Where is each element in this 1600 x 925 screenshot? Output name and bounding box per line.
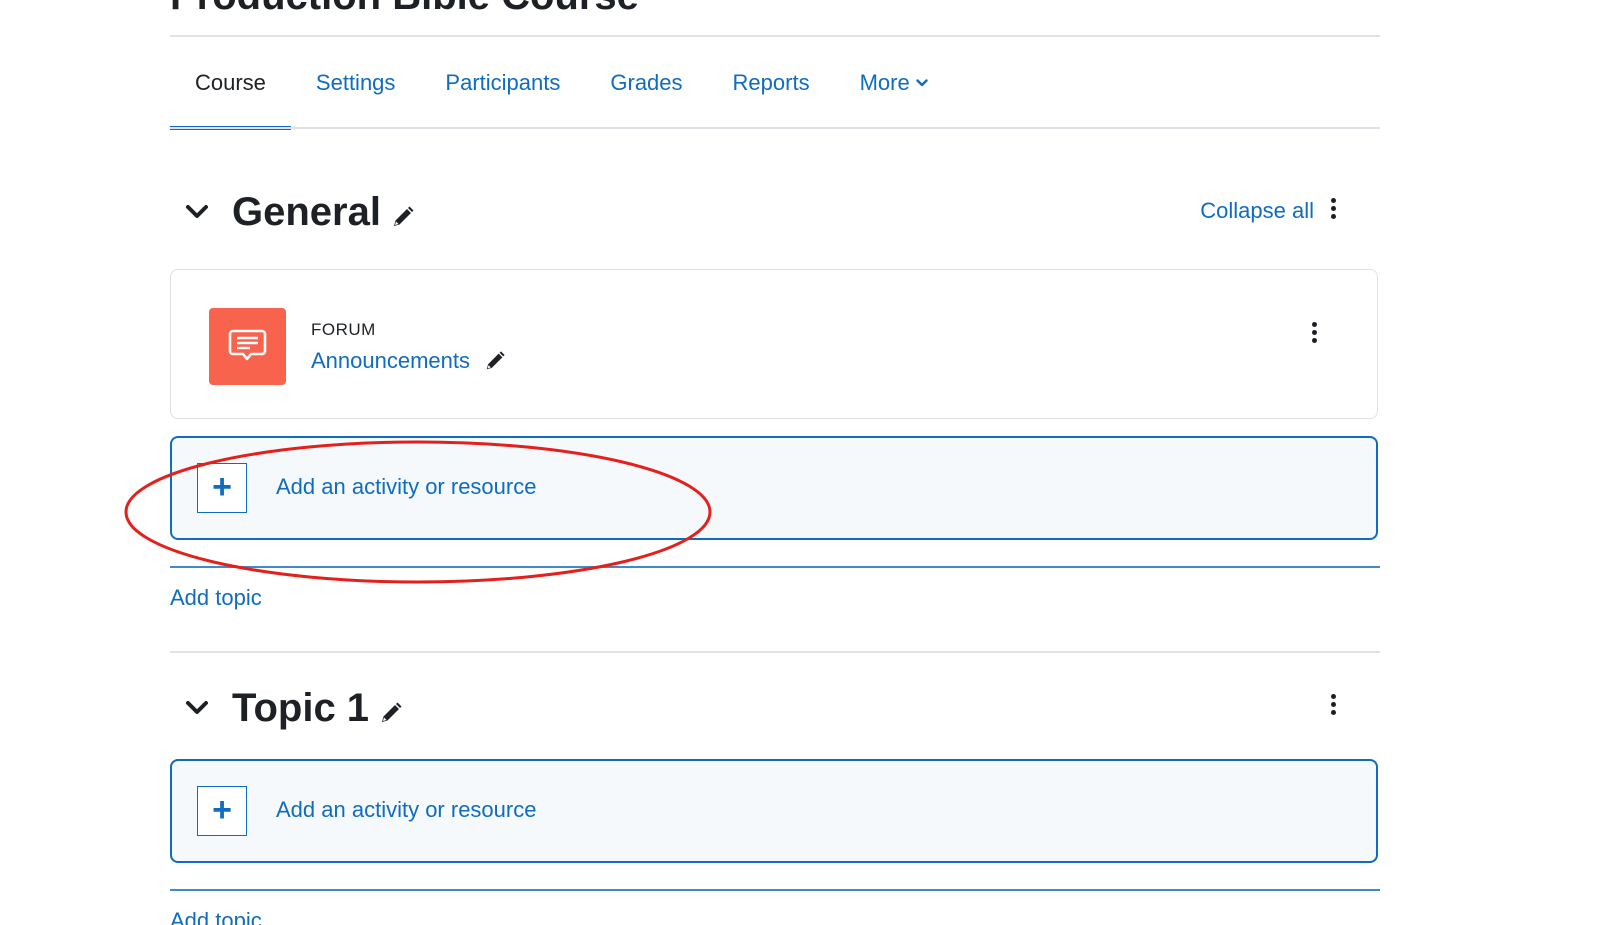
chevron-down-icon[interactable] [184, 202, 210, 222]
course-title: Production Bible Course [170, 0, 639, 20]
tab-reports[interactable]: Reports [708, 56, 835, 114]
add-activity-button[interactable]: + Add an activity or resource [170, 436, 1378, 540]
section-general-header: General Collapse all [170, 182, 1380, 242]
tab-course-label: Course [195, 70, 266, 95]
activity-menu[interactable] [1309, 322, 1319, 348]
tab-settings[interactable]: Settings [291, 56, 421, 114]
add-topic-divider [170, 566, 1380, 568]
section-general-menu[interactable] [1328, 198, 1338, 224]
section-topic-1-header: Topic 1 [170, 678, 1380, 738]
activity-type-label: FORUM [311, 320, 376, 339]
pencil-icon[interactable] [391, 205, 415, 229]
activity-name: Announcements [311, 348, 470, 373]
tab-grades[interactable]: Grades [585, 56, 707, 114]
chevron-down-icon[interactable] [184, 698, 210, 718]
section-divider [170, 651, 1380, 653]
speech-bubble-icon [228, 329, 267, 361]
pencil-icon[interactable] [484, 350, 506, 372]
add-activity-label: Add an activity or resource [276, 797, 537, 822]
kebab-dot [1330, 694, 1336, 699]
add-topic-link[interactable]: Add topic [170, 908, 262, 925]
section-general-title: General [232, 190, 381, 234]
course-nav: Course Settings Participants Grades Repo… [170, 56, 953, 130]
tab-more[interactable]: More [835, 56, 953, 114]
nav-divider [170, 127, 1380, 129]
section-topic-1-menu[interactable] [1328, 694, 1338, 720]
kebab-dot [1330, 702, 1336, 707]
activity-card-announcements: FORUM Announcements [170, 269, 1378, 419]
add-topic-divider [170, 889, 1380, 891]
activity-link-announcements[interactable]: Announcements [311, 348, 506, 374]
section-title: Topic 1 [232, 678, 403, 738]
tab-settings-label: Settings [315, 70, 396, 95]
kebab-dot [1311, 330, 1317, 335]
collapse-all-link[interactable]: Collapse all [1200, 198, 1314, 224]
tab-grades-label: Grades [610, 70, 683, 95]
kebab-dot [1311, 338, 1317, 343]
kebab-dot [1330, 206, 1336, 211]
plus-icon: + [197, 463, 247, 513]
kebab-dot [1311, 322, 1317, 327]
kebab-dot [1330, 198, 1336, 203]
tab-participants-label: Participants [445, 70, 561, 95]
section-title: General [232, 182, 415, 242]
add-activity-label: Add an activity or resource [276, 474, 537, 499]
tab-reports-label: Reports [732, 70, 810, 95]
add-activity-button[interactable]: + Add an activity or resource [170, 759, 1378, 863]
course-page: Production Bible Course Course Settings … [0, 0, 1600, 925]
tab-participants[interactable]: Participants [420, 56, 585, 114]
plus-icon: + [197, 786, 247, 836]
kebab-dot [1330, 214, 1336, 219]
section-topic-1-title: Topic 1 [232, 686, 370, 730]
pencil-icon[interactable] [379, 701, 403, 725]
kebab-dot [1330, 710, 1336, 715]
chevron-down-icon [916, 79, 928, 87]
add-topic-link[interactable]: Add topic [170, 585, 262, 611]
forum-icon [209, 308, 286, 385]
tab-course[interactable]: Course [170, 56, 291, 130]
tab-more-label: More [859, 70, 910, 95]
title-divider [170, 35, 1380, 37]
